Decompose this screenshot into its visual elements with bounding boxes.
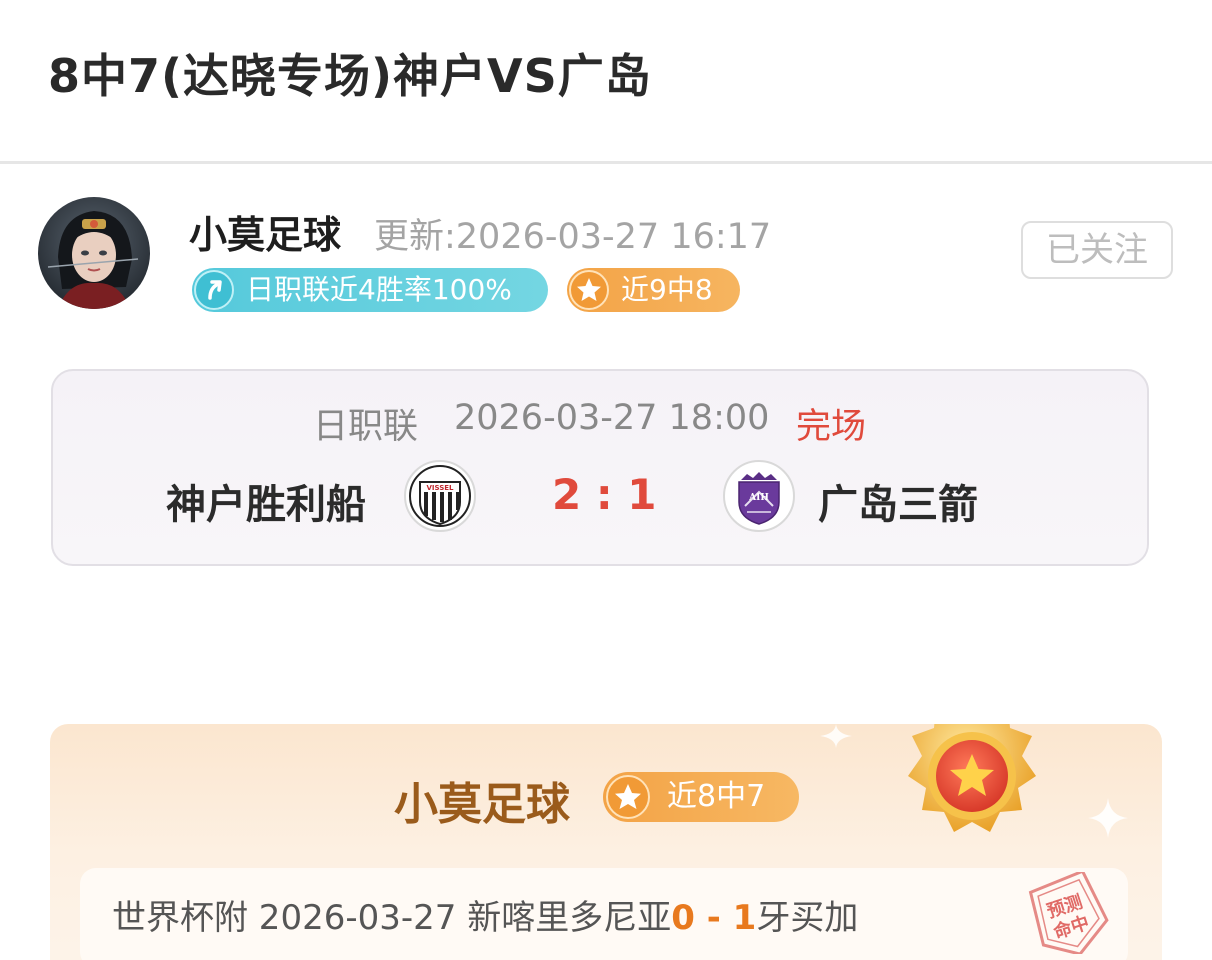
star-icon: [569, 270, 609, 310]
match-datetime: 2026-03-27 18:00: [454, 398, 770, 438]
away-team-logo: AIH: [723, 460, 795, 532]
match-league: 日职联: [313, 407, 419, 447]
match-score: 2 : 1: [552, 470, 657, 519]
history-prefix: 世界杯附 2026-03-27 新喀里多尼亚: [112, 898, 672, 938]
recent-record-text: 近8中7: [667, 779, 766, 814]
avatar[interactable]: [38, 197, 150, 309]
page-title: 8中7(达晓专场)神户VS广岛: [48, 49, 652, 103]
medal-icon: [890, 724, 1060, 860]
home-team-logo: VISSEL: [404, 460, 476, 532]
away-team-name: 广岛三箭: [818, 482, 978, 528]
history-score: 0 - 1: [671, 898, 757, 938]
win-rate-text: 日职联近4胜率100%: [246, 273, 512, 306]
update-time: 更新:2026-03-27 16:17: [374, 217, 772, 257]
recent-record-badge: 近8中7: [603, 772, 799, 822]
hit-stamp-icon: 预测 命中: [1018, 872, 1118, 954]
arrow-up-icon: [194, 270, 234, 310]
hit-record-text: 近9中8: [621, 273, 713, 306]
history-item: 世界杯附 2026-03-27 新喀里多尼亚0 - 1牙买加: [112, 890, 858, 939]
expert-name: 小莫足球: [394, 779, 570, 830]
header-divider: [0, 161, 1212, 164]
sparkle-icon: [1086, 796, 1130, 844]
win-rate-badge: 日职联近4胜率100%: [192, 268, 548, 312]
page: 8中7(达晓专场)神户VS广岛 小莫足球 更新:2026-03-27 16:17: [0, 0, 1212, 960]
sparkle-icon: [818, 724, 854, 752]
star-icon: [606, 775, 650, 819]
author-name[interactable]: 小莫足球: [189, 204, 341, 259]
home-logo-text: VISSEL: [426, 484, 454, 492]
match-status: 完场: [796, 407, 867, 447]
away-logo-text: AIH: [748, 493, 769, 503]
hit-record-badge: 近9中8: [567, 268, 740, 312]
follow-button[interactable]: 已关注: [1021, 221, 1173, 279]
home-team-name: 神户胜利船: [166, 482, 366, 528]
history-suffix: 牙买加: [756, 898, 859, 938]
